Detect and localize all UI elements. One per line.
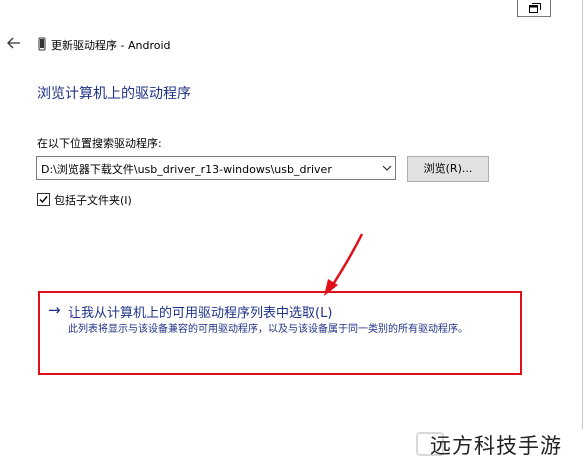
option-description: 此列表将显示与该设备兼容的可用驱动程序，以及与该设备属于同一类别的所有驱动程序。 xyxy=(68,324,468,335)
pick-driver-from-list-option[interactable]: → 让我从计算机上的可用驱动程序列表中选取(L) 此列表将显示与该设备兼容的可用… xyxy=(38,291,522,375)
option-arrow-icon: → xyxy=(48,301,61,319)
update-driver-dialog: 更新驱动程序 - Android 浏览计算机上的驱动程序 在以下位置搜索驱动程序… xyxy=(0,0,583,430)
watermark-text: 远方科技手游 xyxy=(430,434,562,458)
option-title[interactable]: 让我从计算机上的可用驱动程序列表中选取(L) xyxy=(68,302,332,321)
